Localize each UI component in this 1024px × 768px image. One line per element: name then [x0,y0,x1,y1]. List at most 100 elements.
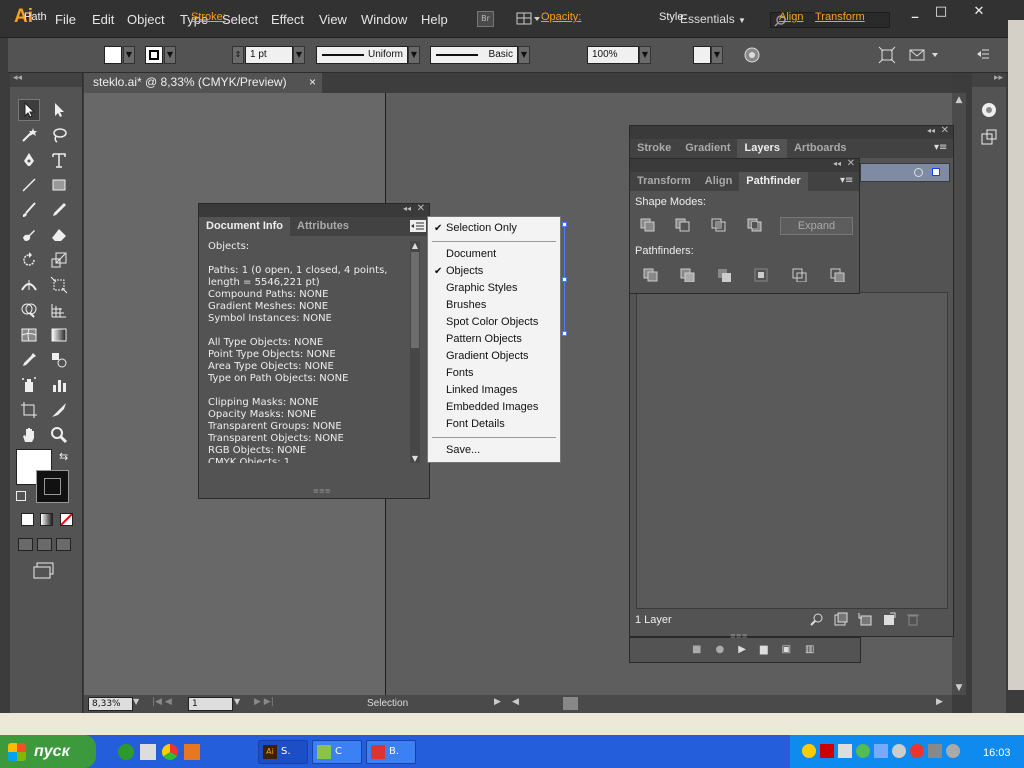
stroke-color-swatch[interactable] [36,470,69,503]
draw-inside-icon[interactable] [56,538,71,551]
tab-document-info[interactable]: Document Info [199,217,290,236]
outline-icon[interactable] [792,268,808,285]
graphic-style-swatch[interactable] [693,46,711,64]
stroke-weight-dropdown[interactable]: ▼ [293,46,305,64]
record-icon[interactable]: ● [715,644,724,655]
play-icon[interactable]: ▶ [738,644,746,655]
scale-tool-icon[interactable] [48,249,70,271]
tray-app-icon[interactable] [928,744,942,758]
taskbar-app-b[interactable]: B. [366,740,416,764]
envelope-icon[interactable] [908,46,940,67]
maximize-button[interactable]: □ [930,4,952,20]
tab-layers[interactable]: Layers [737,139,787,158]
lasso-tool-icon[interactable] [48,124,70,146]
menu-item-objects[interactable]: Objects [446,265,483,277]
stop-icon[interactable]: ■ [692,644,701,655]
panel-header[interactable]: ◂◂ ✕ [630,125,953,139]
delete-action-icon[interactable]: ▥ [805,644,814,655]
tray-app-icon[interactable] [946,744,960,758]
opacity-input[interactable]: 100% [587,46,639,64]
none-mode-icon[interactable] [60,513,73,526]
delete-layer-icon[interactable] [906,612,920,626]
locate-object-icon[interactable] [810,612,824,626]
expand-button[interactable]: Expand [780,217,853,235]
selection-indicator-icon[interactable] [932,168,940,176]
make-clipping-mask-icon[interactable] [834,612,848,626]
layers-list[interactable] [636,292,948,609]
panel-header[interactable]: ◂◂ ✕ [630,158,859,172]
merge-icon[interactable] [717,268,733,285]
menu-item-font-details[interactable]: Font Details [446,418,505,430]
menu-window[interactable]: Window [361,12,407,27]
menu-object[interactable]: Object [127,12,165,27]
create-sublayer-icon[interactable] [858,612,872,626]
artboard-tool-icon[interactable] [18,399,40,421]
slice-tool-icon[interactable] [48,399,70,421]
line-segment-tool-icon[interactable] [18,174,40,196]
resize-handle[interactable]: ≡≡≡ [730,632,748,640]
document-tab[interactable]: steklo.ai* @ 8,33% (CMYK/Preview) × [84,73,322,93]
anchor-point[interactable] [562,277,567,282]
panel-menu-icon[interactable]: ▾≡ [934,142,950,154]
transform-panel-icon[interactable] [980,128,998,149]
rectangle-tool-icon[interactable] [48,174,70,196]
draw-behind-icon[interactable] [37,538,52,551]
transform-link[interactable]: Transform [815,11,865,23]
scroll-right-icon[interactable]: ▶ [936,697,943,707]
create-new-layer-icon[interactable] [882,612,896,626]
pencil-tool-icon[interactable] [48,199,70,221]
stroke-weight-stepper[interactable]: ⇕ [232,46,244,64]
stroke-swatch[interactable] [145,46,163,64]
arrange-documents-button[interactable] [516,11,542,27]
zoom-dropdown-icon[interactable]: ▼ [133,697,139,706]
bridge-button[interactable]: Br [477,11,494,27]
divide-icon[interactable] [643,268,659,285]
align-link[interactable]: Align [779,11,803,23]
crop-icon[interactable] [754,268,770,285]
profile-dropdown[interactable]: ▼ [408,46,420,64]
type-tool-icon[interactable] [48,149,70,171]
blob-brush-tool-icon[interactable] [18,224,40,246]
trim-icon[interactable] [680,268,696,285]
artboard-number-input[interactable]: 1 [188,697,233,711]
resize-handle[interactable]: ≡≡≡ [313,487,331,495]
control-bar-menu-icon[interactable] [975,46,991,65]
dock-expand-icon[interactable]: ▸▸ [972,73,1006,87]
stroke-panel-link[interactable]: Stroke: [191,11,226,23]
target-icon[interactable] [914,168,923,177]
desktop-icon[interactable] [140,744,156,760]
scroll-down-icon[interactable]: ▼ [410,454,420,463]
menu-select[interactable]: Select [222,12,258,27]
brush-definition[interactable]: Basic [430,46,518,64]
symbol-sprayer-tool-icon[interactable] [18,374,40,396]
isolate-object-icon[interactable] [878,46,896,67]
new-set-folder-icon[interactable]: ▆ [760,644,768,655]
document-info-scrollbar[interactable]: ▲ ▼ [410,241,420,463]
selection-tool-icon[interactable] [18,99,40,121]
panel-menu-icon[interactable]: ▾≡ [840,175,856,187]
outer-scrollbar[interactable] [1008,20,1024,690]
vertical-scrollbar[interactable]: ▲ ▼ [952,93,966,695]
menu-item-gradient-objects[interactable]: Gradient Objects [446,350,529,362]
minimize-button[interactable]: _ [904,4,926,20]
status-menu-icon[interactable]: ▶ [494,697,501,707]
first-artboard-icon[interactable]: |◀ ◀ [152,697,172,707]
tab-gradient[interactable]: Gradient [678,139,737,158]
stroke-dropdown[interactable]: ▼ [164,46,176,64]
next-artboard-icon[interactable]: ▶ ▶| [254,697,274,707]
close-panel-icon[interactable]: ✕ [417,203,425,214]
menu-effect[interactable]: Effect [271,12,304,27]
unite-icon[interactable] [640,218,656,235]
new-action-icon[interactable]: ▣ [782,644,791,655]
taskbar-illustrator[interactable]: Ai S. [258,740,308,764]
start-button[interactable]: пуск [0,735,96,768]
paintbrush-tool-icon[interactable] [18,199,40,221]
minus-back-icon[interactable] [830,268,846,285]
taskbar-app-c[interactable]: C [312,740,362,764]
layer-row[interactable] [860,163,950,182]
network-icon[interactable] [856,744,870,758]
menu-help[interactable]: Help [421,12,448,27]
color-mode-icon[interactable] [21,513,34,526]
tray-app-icon[interactable] [892,744,906,758]
rotate-tool-icon[interactable] [18,249,40,271]
